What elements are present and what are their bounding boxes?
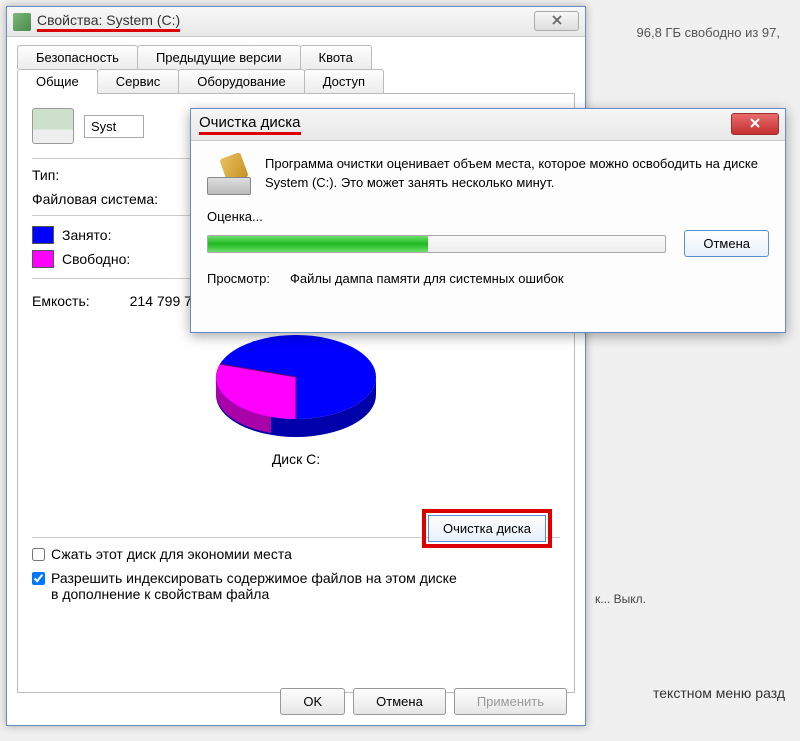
index-checkbox-label: Разрешить индексировать содержимое файло… bbox=[51, 570, 462, 602]
disk-usage-pie: Диск C: bbox=[32, 317, 560, 467]
tab-hardware[interactable]: Оборудование bbox=[178, 69, 304, 93]
compress-checkbox-row[interactable]: Сжать этот диск для экономии места bbox=[32, 546, 462, 562]
cleanup-titlebar[interactable]: Очистка диска bbox=[191, 109, 785, 141]
cleanup-disk-icon bbox=[207, 155, 251, 195]
tab-security[interactable]: Безопасность bbox=[17, 45, 138, 69]
cleanup-progress-bar bbox=[207, 235, 666, 253]
background-status-text: к... Выкл. bbox=[595, 592, 646, 606]
cancel-button[interactable]: Отмена bbox=[353, 688, 446, 715]
free-swatch bbox=[32, 250, 54, 268]
drive-name-input[interactable] bbox=[84, 115, 144, 138]
background-free-space-text: 96,8 ГБ свободно из 97, bbox=[637, 25, 781, 40]
free-label: Свободно: bbox=[62, 251, 130, 267]
tab-previous-versions[interactable]: Предыдущие версии bbox=[137, 45, 301, 69]
properties-title: Свойства: System (C:) bbox=[37, 12, 180, 32]
pie-chart-icon bbox=[196, 317, 396, 447]
compress-checkbox-label: Сжать этот диск для экономии места bbox=[51, 546, 292, 562]
drive-large-icon bbox=[32, 108, 74, 144]
disk-cleanup-dialog: Очистка диска Программа очистки оценивае… bbox=[190, 108, 786, 333]
tab-general[interactable]: Общие bbox=[17, 69, 98, 94]
index-checkbox-row[interactable]: Разрешить индексировать содержимое файло… bbox=[32, 570, 462, 602]
disk-cleanup-button[interactable]: Очистка диска bbox=[428, 515, 546, 542]
index-checkbox[interactable] bbox=[32, 572, 45, 585]
pie-drive-label: Диск C: bbox=[272, 451, 320, 467]
tabs: Безопасность Предыдущие версии Квота Общ… bbox=[7, 37, 585, 93]
capacity-label: Емкость: bbox=[32, 293, 90, 309]
cleanup-description: Программа очистки оценивает объем места,… bbox=[265, 155, 769, 193]
ok-button[interactable]: OK bbox=[280, 688, 345, 715]
close-icon bbox=[749, 117, 761, 132]
compress-checkbox[interactable] bbox=[32, 548, 45, 561]
apply-button[interactable]: Применить bbox=[454, 688, 567, 715]
view-label: Просмотр: bbox=[207, 271, 270, 286]
drive-icon bbox=[13, 13, 31, 31]
tab-service[interactable]: Сервис bbox=[97, 69, 180, 93]
view-value: Файлы дампа памяти для системных ошибок bbox=[290, 271, 564, 286]
background-context-menu-text: текстном меню разд bbox=[653, 685, 785, 701]
properties-close-button[interactable] bbox=[534, 11, 579, 31]
used-label: Занято: bbox=[62, 227, 112, 243]
cleanup-close-button[interactable] bbox=[731, 113, 779, 135]
cleanup-cancel-button[interactable]: Отмена bbox=[684, 230, 769, 257]
used-swatch bbox=[32, 226, 54, 244]
tab-quota[interactable]: Квота bbox=[300, 45, 372, 69]
cleanup-title: Очистка диска bbox=[199, 114, 301, 135]
properties-titlebar[interactable]: Свойства: System (C:) bbox=[7, 7, 585, 37]
progress-fill bbox=[208, 236, 428, 252]
assessment-label: Оценка... bbox=[207, 209, 769, 224]
close-icon bbox=[551, 14, 563, 29]
dialog-buttons: OK Отмена Применить bbox=[280, 688, 567, 715]
tab-sharing[interactable]: Доступ bbox=[304, 69, 384, 93]
cleanup-button-highlight: Очистка диска bbox=[422, 509, 552, 548]
